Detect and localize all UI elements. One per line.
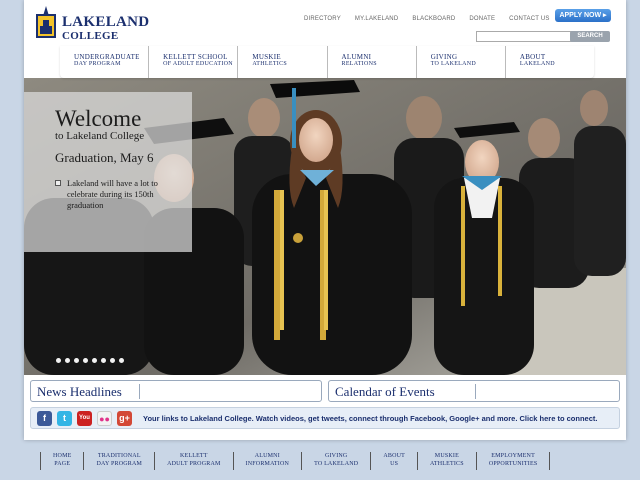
bullet-icon: [55, 180, 61, 186]
nav-sublabel: OF ADULT EDUCATION: [163, 61, 233, 67]
calendar-events-title: Calendar of Events: [335, 384, 435, 399]
footer-label: KELLETT: [179, 453, 208, 459]
slide-dots: [56, 358, 124, 363]
footer-link-traditional[interactable]: TRADITIONAL DAY PROGRAM: [83, 452, 154, 470]
search-button[interactable]: SEARCH: [570, 31, 610, 42]
google-plus-icon[interactable]: g+: [117, 411, 132, 426]
youtube-icon[interactable]: You: [77, 411, 92, 426]
nav-sublabel: TO LAKELAND: [430, 61, 477, 67]
social-links-text[interactable]: Your links to Lakeland College. Watch vi…: [143, 414, 597, 423]
footer-sublabel: TO LAKELAND: [314, 461, 359, 467]
welcome-title: Welcome: [55, 106, 142, 131]
util-link-contact[interactable]: CONTACT US: [509, 16, 549, 22]
main-nav: UNDERGRADUATE DAY PROGRAM KELLETT SCHOOL…: [60, 46, 594, 78]
footer-label: TRADITIONAL: [97, 453, 141, 459]
nav-sublabel: ATHLETICS: [252, 61, 288, 67]
util-link-donate[interactable]: DONATE: [469, 16, 495, 22]
nav-label: ABOUT: [519, 53, 546, 61]
welcome-subtitle: to Lakeland College: [55, 130, 145, 142]
footer-sublabel: OPPORTUNITIES: [488, 461, 538, 467]
twitter-icon[interactable]: t: [57, 411, 72, 426]
footer-label: MUSKIE: [434, 453, 459, 459]
panel-divider: [475, 384, 476, 399]
college-logo[interactable]: LAKELAND COLLEGE: [34, 6, 154, 42]
footer-sublabel: US: [390, 461, 399, 467]
college-subname: COLLEGE: [62, 30, 119, 42]
news-headlines-panel[interactable]: News Headlines: [30, 380, 322, 402]
college-seal-icon: [36, 6, 56, 38]
nav-label: GIVING: [430, 53, 458, 61]
facebook-icon[interactable]: f: [37, 411, 52, 426]
slide-dot[interactable]: [92, 358, 97, 363]
welcome-headline: Graduation, May 6: [55, 150, 154, 165]
util-link-directory[interactable]: DIRECTORY: [304, 16, 341, 22]
nav-item-alumni[interactable]: ALUMNI RELATIONS: [328, 46, 417, 78]
slide-dot[interactable]: [74, 358, 79, 363]
footer-sublabel: ATHLETICS: [430, 461, 464, 467]
nav-label: KELLETT SCHOOL: [163, 53, 228, 61]
apply-now-button[interactable]: APPLY NOW ▸: [555, 9, 611, 22]
footer-label: ALUMNI: [254, 453, 280, 459]
util-link-mylakeland[interactable]: MY.LAKELAND: [355, 16, 398, 22]
footer-link-giving[interactable]: GIVING TO LAKELAND: [301, 452, 370, 470]
footer-sublabel: PAGE: [54, 461, 71, 467]
news-headlines-title: News Headlines: [37, 384, 122, 399]
utility-links: DIRECTORY MY.LAKELAND BLACKBOARD DONATE …: [304, 16, 564, 22]
footer-link-about[interactable]: ABOUT US: [370, 452, 417, 470]
page-container: LAKELAND COLLEGE DIRECTORY MY.LAKELAND B…: [24, 0, 626, 440]
nav-item-undergraduate[interactable]: UNDERGRADUATE DAY PROGRAM: [60, 46, 150, 78]
slide-dot[interactable]: [110, 358, 115, 363]
footer-label: GIVING: [324, 453, 348, 459]
nav-label: UNDERGRADUATE: [74, 53, 140, 61]
slide-dot[interactable]: [65, 358, 70, 363]
footer-link-alumni[interactable]: ALUMNI INFORMATION: [232, 452, 302, 470]
nav-label: ALUMNI: [341, 53, 372, 61]
slide-dot[interactable]: [83, 358, 88, 363]
social-links-bar[interactable]: f t You ●● g+ Your links to Lakeland College…: [30, 407, 620, 429]
footer-label: HOME: [53, 453, 72, 459]
footer-link-employment[interactable]: EMPLOYMENT OPPORTUNITIES: [475, 452, 551, 470]
nav-sublabel: LAKELAND: [519, 61, 555, 67]
welcome-text: Lakeland will have a lot to celebrate du…: [67, 178, 158, 210]
college-name: LAKELAND: [62, 14, 150, 30]
nav-label: MUSKIE: [252, 53, 281, 61]
hero-slideshow[interactable]: Welcome to Lakeland College Graduation, …: [24, 78, 626, 375]
footer-label: EMPLOYMENT: [491, 453, 535, 459]
footer-sublabel: INFORMATION: [245, 461, 290, 467]
util-link-blackboard[interactable]: BLACKBOARD: [412, 16, 455, 22]
footer-link-muskie[interactable]: MUSKIE ATHLETICS: [417, 452, 476, 470]
footer-sublabel: ADULT PROGRAM: [167, 461, 221, 467]
welcome-caption-box: Welcome to Lakeland College Graduation, …: [24, 92, 192, 252]
nav-item-giving[interactable]: GIVING TO LAKELAND: [417, 46, 506, 78]
footer-nav: HOME PAGE TRADITIONAL DAY PROGRAM KELLETT ADU…: [40, 452, 551, 470]
footer-link-kellett[interactable]: KELLETT ADULT PROGRAM: [154, 452, 232, 470]
nav-item-athletics[interactable]: MUSKIE ATHLETICS: [238, 46, 328, 78]
nav-item-about[interactable]: ABOUT LAKELAND: [506, 46, 594, 78]
footer-sublabel: DAY PROGRAM: [96, 461, 143, 467]
panel-divider: [139, 384, 140, 399]
nav-sublabel: DAY PROGRAM: [74, 61, 121, 67]
flickr-icon[interactable]: ●●: [97, 411, 112, 426]
footer-label: ABOUT: [383, 453, 405, 459]
calendar-events-panel[interactable]: Calendar of Events: [328, 380, 620, 402]
slide-dot[interactable]: [101, 358, 106, 363]
footer-link-home[interactable]: HOME PAGE: [40, 452, 83, 470]
slide-dot[interactable]: [119, 358, 124, 363]
slide-dot[interactable]: [56, 358, 61, 363]
nav-item-kellett[interactable]: KELLETT SCHOOL OF ADULT EDUCATION: [149, 46, 239, 78]
nav-sublabel: RELATIONS: [341, 61, 377, 67]
